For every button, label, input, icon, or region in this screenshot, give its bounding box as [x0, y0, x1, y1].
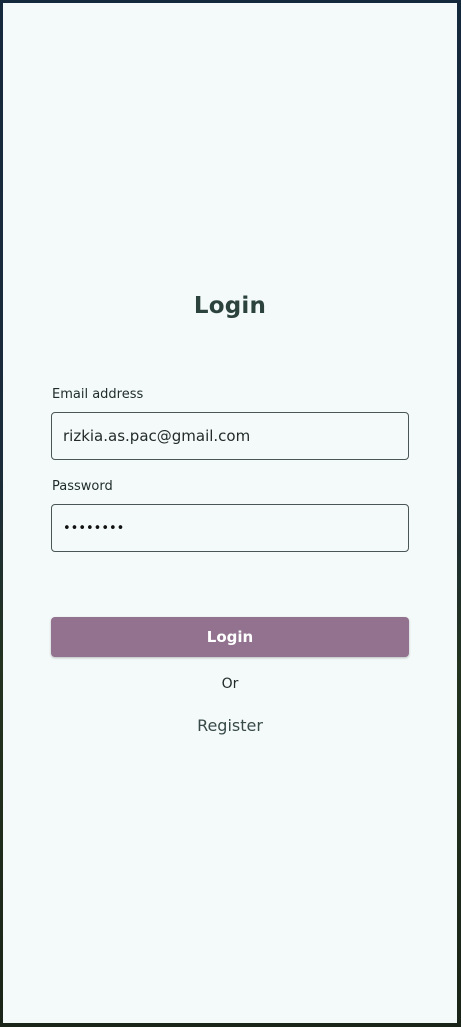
page-title: Login — [193, 293, 267, 319]
password-field[interactable]: •••••••• — [51, 504, 409, 552]
email-value: rizkia.as.pac@gmail.com — [63, 427, 251, 445]
login-screen: Login Email address rizkia.as.pac@gmail.… — [3, 3, 457, 1023]
email-label: Email address — [52, 387, 144, 402]
login-button[interactable]: Login — [51, 617, 409, 657]
password-value: •••••••• — [63, 520, 125, 536]
password-label: Password — [52, 479, 113, 494]
or-separator: Or — [221, 676, 239, 692]
email-field[interactable]: rizkia.as.pac@gmail.com — [51, 412, 409, 460]
register-link[interactable]: Register — [3, 716, 457, 735]
